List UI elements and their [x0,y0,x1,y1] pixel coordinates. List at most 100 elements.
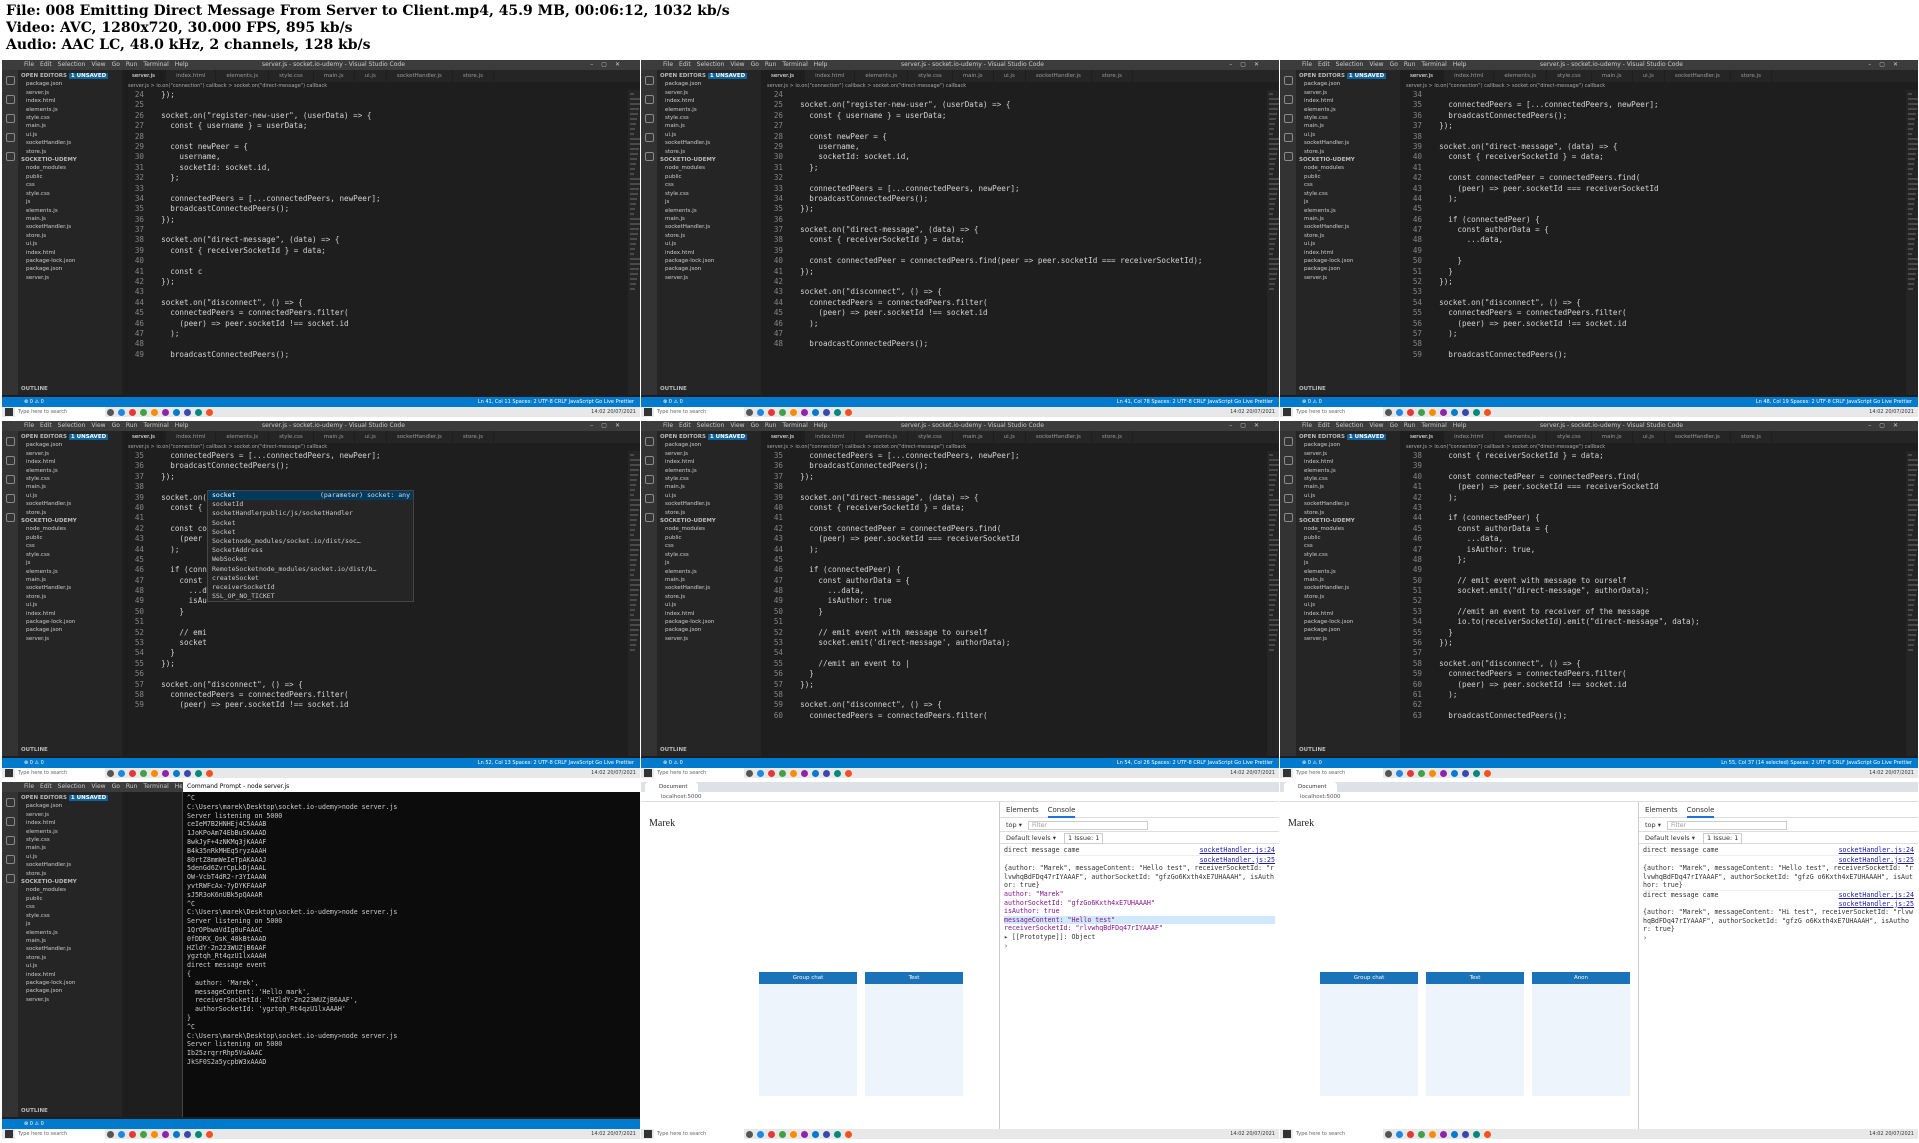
project-header[interactable]: SOCKETIO-UDEMY [1296,517,1400,525]
object-prototype[interactable]: ▸ [[Prototype]]: Object [1004,933,1275,942]
open-editor-item[interactable]: style.css [657,475,761,483]
editor-tab[interactable]: store.js [1092,70,1133,82]
menu-item[interactable]: Run [765,61,777,68]
menu-item[interactable]: View [730,61,744,68]
taskbar-app-icon[interactable] [790,1130,797,1138]
file-tree-item[interactable]: style.css [18,190,122,198]
files-icon[interactable] [644,437,654,446]
file-tree-item[interactable]: style.css [18,551,122,559]
editor-tab[interactable]: socketHandler.js [1026,431,1092,443]
open-editor-item[interactable]: package.json [657,441,761,449]
file-tree-item[interactable]: ui.js [18,240,122,248]
project-header[interactable]: SOCKETIO-UDEMY [657,156,761,164]
editor-tab[interactable]: style.css [908,70,953,82]
source-control-icon[interactable] [5,836,15,845]
open-editor-item[interactable]: main.js [18,483,122,491]
open-editor-item[interactable]: elements.js [18,467,122,475]
taskbar-app-icon[interactable] [184,408,191,416]
taskbar-app-icon[interactable] [834,408,841,416]
taskbar-app-icon[interactable] [1484,1130,1491,1138]
address-bar[interactable]: localhost:5000 [641,792,1279,802]
menu-item[interactable]: Run [1404,422,1416,429]
menu-item[interactable]: Run [1404,61,1416,68]
file-tree-item[interactable]: index.html [18,610,122,618]
minimap[interactable] [1267,90,1279,395]
chat-box-test[interactable]: Test [865,972,963,1096]
file-tree-item[interactable]: main.js [1296,215,1400,223]
open-editor-item[interactable]: elements.js [18,828,122,836]
search-icon[interactable] [5,817,15,826]
open-editor-item[interactable]: style.css [18,114,122,122]
taskbar-app-icon[interactable] [768,769,775,777]
console-prompt[interactable]: › [1643,934,1914,943]
windows-start-icon[interactable] [644,769,652,777]
open-editor-item[interactable]: socketHandler.js [18,500,122,508]
editor-tab[interactable]: main.js [1592,70,1633,82]
file-tree-item[interactable]: node_modules [18,525,122,533]
file-tree-item[interactable]: package-lock.json [18,618,122,626]
menu-item[interactable]: Selection [1336,61,1364,68]
open-editor-item[interactable]: socketHandler.js [18,139,122,147]
address-bar[interactable]: localhost:5000 [1280,792,1918,802]
editor-tab[interactable]: server.js [1400,431,1445,443]
file-tree-item[interactable]: main.js [657,215,761,223]
taskbar-app-icon[interactable] [184,1130,191,1138]
file-tree-item[interactable]: package.json [18,626,122,634]
editor-tab[interactable]: main.js [314,70,355,82]
search-icon[interactable] [644,456,654,465]
taskbar-app-icon[interactable] [1385,1130,1392,1138]
taskbar-app-icon[interactable] [779,769,786,777]
taskbar-search[interactable]: Type here to search [15,768,105,778]
file-tree-item[interactable]: node_modules [1296,164,1400,172]
file-tree-item[interactable]: package-lock.json [18,257,122,265]
menu-item[interactable]: Help [1453,422,1467,429]
file-tree-item[interactable]: socketHandler.js [18,584,122,592]
source-link[interactable]: socketHandler.js:24 [1200,846,1275,855]
taskbar-app-icon[interactable] [195,769,202,777]
extensions-icon[interactable] [5,874,15,883]
windows-start-icon[interactable] [1283,769,1291,777]
taskbar-app-icon[interactable] [140,769,147,777]
taskbar-app-icon[interactable] [1484,769,1491,777]
menu-item[interactable]: File [24,783,34,790]
extensions-icon[interactable] [1283,513,1293,522]
editor-tab[interactable]: main.js [1592,431,1633,443]
taskbar-app-icon[interactable] [107,408,114,416]
open-editor-item[interactable]: style.css [1296,475,1400,483]
taskbar-app-icon[interactable] [1429,1130,1436,1138]
file-tree-item[interactable]: index.html [18,249,122,257]
file-tree-item[interactable]: store.js [1296,593,1400,601]
file-tree-item[interactable]: public [657,534,761,542]
file-tree-item[interactable]: ui.js [1296,601,1400,609]
file-tree-item[interactable]: server.js [18,635,122,643]
menu-item[interactable]: Go [112,422,120,429]
open-editor-item[interactable]: main.js [18,122,122,130]
taskbar-app-icon[interactable] [1462,769,1469,777]
editor-tab[interactable]: index.html [1444,70,1495,82]
outline-header[interactable]: OUTLINE [657,385,687,393]
source-control-icon[interactable] [1283,114,1293,123]
file-tree-item[interactable]: ui.js [657,601,761,609]
menu-item[interactable]: Selection [1336,422,1364,429]
editor-tab[interactable]: elements.js [855,431,909,443]
open-editor-item[interactable]: store.js [1296,509,1400,517]
minimap[interactable] [1267,451,1279,756]
file-tree-item[interactable]: elements.js [1296,207,1400,215]
outline-header[interactable]: OUTLINE [18,746,48,754]
editor-tab[interactable]: socketHandler.js [387,70,453,82]
project-header[interactable]: SOCKETIO-UDEMY [1296,156,1400,164]
taskbar-app-icon[interactable] [1407,1130,1414,1138]
source-control-icon[interactable] [5,114,15,123]
issues-badge[interactable]: 1 Issue: 1 [1064,833,1104,844]
open-editor-item[interactable]: store.js [657,509,761,517]
taskbar-app-icon[interactable] [1451,1130,1458,1138]
outline-header[interactable]: OUTLINE [1296,385,1326,393]
extensions-icon[interactable] [644,152,654,161]
file-tree-item[interactable]: node_modules [657,525,761,533]
file-tree-item[interactable]: socketHandler.js [657,584,761,592]
file-tree-item[interactable]: server.js [1296,274,1400,282]
menu-item[interactable]: Run [126,422,138,429]
editor-tab[interactable]: style.css [269,70,314,82]
menu-item[interactable]: Go [751,61,759,68]
source-link[interactable]: socketHandler.js:24 [1839,891,1914,900]
